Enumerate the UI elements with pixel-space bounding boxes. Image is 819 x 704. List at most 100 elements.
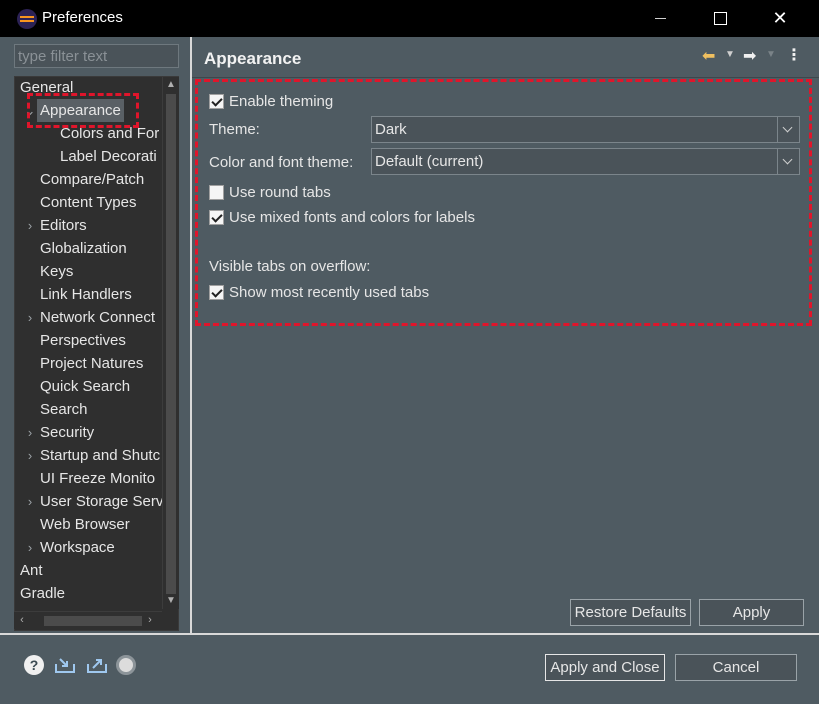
footer: ? Apply and Close Cancel	[0, 635, 819, 704]
scroll-left-icon[interactable]: ‹	[14, 612, 30, 629]
tree-item[interactable]: Compare/Patch	[15, 168, 161, 191]
tree-item[interactable]: UI Freeze Monito	[15, 467, 161, 490]
tree-item[interactable]: › User Storage Serv	[15, 490, 164, 513]
tree-item-label: Label Decorati	[60, 148, 157, 165]
tree-item[interactable]: Project Natures	[15, 352, 161, 375]
recent-tabs-label: Show most recently used tabs	[229, 283, 430, 301]
tree-item-label: Compare/Patch	[40, 171, 145, 188]
tree-item[interactable]: Label Decorati	[15, 145, 161, 168]
tree-item[interactable]: Perspectives	[15, 329, 161, 352]
overflow-heading: Visible tabs on overflow:	[209, 258, 371, 275]
scroll-up-icon[interactable]: ▲	[163, 77, 179, 93]
tree-item[interactable]: Content Types	[15, 191, 161, 214]
sidebar: General⌄AppearanceColors and ForLabel De…	[0, 37, 191, 635]
maximize-button[interactable]	[690, 0, 750, 37]
theme-value: Dark	[375, 121, 407, 138]
chevron-right-icon[interactable]: ›	[23, 306, 37, 329]
enable-theming-label: Enable theming	[229, 92, 334, 110]
tree-item[interactable]: Search	[15, 398, 161, 421]
scroll-right-icon[interactable]: ›	[142, 612, 158, 629]
tree-item-label: Web Browser	[40, 516, 130, 533]
tree-vertical-scrollbar[interactable]: ▲ ▼	[162, 77, 179, 609]
tree-item[interactable]: › Workspace	[15, 536, 161, 559]
view-menu-icon[interactable]: ⋮	[786, 46, 802, 66]
chevron-right-icon[interactable]: ›	[23, 536, 37, 559]
tree-item-label: Keys	[40, 263, 74, 280]
forward-arrow-icon[interactable]: ➡	[743, 46, 761, 65]
tree-item[interactable]: Keys	[15, 260, 161, 283]
eclipse-icon	[17, 9, 37, 29]
help-icon[interactable]: ?	[24, 655, 44, 675]
mixed-fonts-label: Use mixed fonts and colors for labels	[229, 208, 475, 226]
tree-item-label: Perspectives	[40, 332, 126, 349]
tree-item-label: Network Connect	[40, 309, 156, 326]
back-dropdown-icon[interactable]: ▼	[724, 46, 736, 64]
chevron-right-icon[interactable]: ›	[23, 214, 37, 237]
tree-item[interactable]: Gradle	[15, 582, 161, 605]
close-button[interactable]: ✕	[750, 0, 810, 37]
checkbox-checked[interactable]	[209, 93, 224, 109]
page-title: Appearance	[204, 49, 302, 68]
tree-item-label: Security	[40, 424, 95, 441]
tree-item-label: Workspace	[40, 539, 115, 556]
tree-item-label: UI Freeze Monito	[40, 470, 156, 487]
mixed-fonts-checkbox[interactable]: Use mixed fonts and colors for labels	[209, 207, 475, 227]
highlight-box-appearance	[27, 93, 139, 128]
tree-item-label: Content Types	[40, 194, 137, 211]
oomph-icon[interactable]	[116, 655, 136, 675]
tree-item-label: Startup and Shutc	[40, 447, 161, 464]
tree-item-label: Ant	[20, 562, 43, 579]
cancel-button[interactable]: Cancel	[675, 654, 797, 681]
color-font-theme-label: Color and font theme:	[209, 154, 354, 171]
window-title: Preferences	[42, 9, 123, 26]
back-arrow-icon[interactable]: ⬅	[702, 46, 720, 65]
scroll-down-icon[interactable]: ▼	[163, 593, 179, 609]
preference-tree: General ⌄ Appearance Colors and For Label De…	[14, 76, 179, 631]
checkbox-unchecked[interactable]	[209, 184, 224, 200]
chevron-right-icon[interactable]: ›	[23, 444, 37, 467]
theme-select[interactable]: Dark	[371, 116, 800, 143]
forward-dropdown-icon[interactable]: ▼	[765, 46, 777, 64]
tree-item[interactable]: Globalization	[15, 237, 161, 260]
minimize-button[interactable]	[630, 0, 690, 37]
apply-button[interactable]: Apply	[699, 599, 804, 626]
tree-item[interactable]: Ant	[15, 559, 161, 582]
round-tabs-checkbox[interactable]: Use round tabs	[209, 182, 331, 202]
tree-item[interactable]: Web Browser	[15, 513, 161, 536]
color-font-theme-value: Default (current)	[375, 153, 484, 170]
tree-item-label: Quick Search	[40, 378, 131, 395]
chevron-down-icon[interactable]	[777, 149, 799, 174]
enable-theming-checkbox[interactable]: Enable theming	[209, 91, 333, 111]
round-tabs-label: Use round tabs	[229, 183, 331, 201]
import-icon[interactable]	[54, 655, 75, 675]
tree-item-label: Search	[40, 401, 88, 418]
tree-item-label: Globalization	[40, 240, 127, 257]
restore-defaults-button[interactable]: Restore Defaults	[570, 599, 691, 626]
tree-item-label: Project Natures	[40, 355, 144, 372]
filter-input[interactable]	[14, 44, 179, 68]
tree-item[interactable]: Quick Search	[15, 375, 161, 398]
chevron-right-icon[interactable]: ›	[23, 490, 37, 513]
tree-item[interactable]: › Network Connect	[15, 306, 161, 329]
tree-item[interactable]: › Security	[15, 421, 161, 444]
tree-item[interactable]: Link Handlers	[15, 283, 161, 306]
theme-label: Theme:	[209, 121, 260, 138]
color-font-theme-select[interactable]: Default (current)	[371, 148, 800, 175]
hscroll-thumb[interactable]	[44, 616, 142, 626]
tree-item-label: Link Handlers	[40, 286, 132, 303]
tree-item-label: Editors	[40, 217, 87, 234]
apply-and-close-button[interactable]: Apply and Close	[545, 654, 665, 681]
tree-item[interactable]: › Editors	[15, 214, 161, 237]
main-panel: Appearance ⬅ ▼ ➡ ▼ ⋮ Enable theming Them…	[192, 37, 819, 633]
recent-tabs-checkbox[interactable]: Show most recently used tabs	[209, 282, 429, 302]
export-icon[interactable]	[86, 655, 107, 675]
checkbox-checked[interactable]	[209, 284, 224, 300]
chevron-right-icon[interactable]: ›	[23, 421, 37, 444]
tree-horizontal-scrollbar[interactable]: ‹ ›	[14, 611, 162, 629]
title-divider	[192, 77, 819, 78]
scroll-thumb[interactable]	[166, 94, 176, 594]
title-bar: Preferences ✕	[0, 0, 819, 37]
tree-item[interactable]: › Startup and Shutc	[15, 444, 161, 467]
chevron-down-icon[interactable]	[777, 117, 799, 142]
checkbox-checked[interactable]	[209, 209, 224, 225]
